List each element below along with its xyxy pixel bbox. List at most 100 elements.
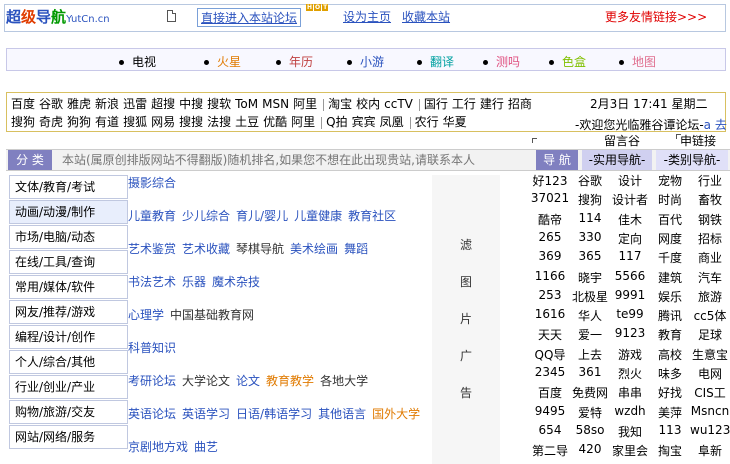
nav-table-cell[interactable]: 百度 xyxy=(530,384,570,401)
nav-table-cell[interactable]: 设计者 xyxy=(610,191,650,208)
content-link[interactable]: 大学论文 xyxy=(182,374,230,388)
nav-table-cell[interactable]: 420 xyxy=(570,442,610,456)
nav-table-cell[interactable]: 免费网 xyxy=(570,384,610,401)
quick-link[interactable]: 搜狐 xyxy=(123,115,147,129)
content-link[interactable]: 书法艺术 xyxy=(128,275,176,289)
quick-link[interactable]: ccTV xyxy=(384,97,413,111)
nav-table-cell[interactable]: 游戏 xyxy=(610,346,650,363)
guestbook-link[interactable]: 留言谷 xyxy=(604,132,640,149)
site-logo[interactable]: 超级导航YutCn.cn xyxy=(6,6,110,27)
content-link[interactable]: 艺术鉴赏 xyxy=(128,242,176,256)
content-link[interactable]: 琴棋导航 xyxy=(236,242,284,256)
quick-link[interactable]: 建行 xyxy=(480,97,504,111)
quick-link[interactable]: 阿里 xyxy=(293,97,317,111)
quick-link[interactable]: 农行 xyxy=(415,115,439,129)
quick-link[interactable]: 网易 xyxy=(151,115,175,129)
quick-link[interactable]: Q拍 xyxy=(326,115,347,129)
add-favorite-link[interactable]: 收藏本站 xyxy=(402,8,450,25)
quick-link[interactable]: 雅虎 xyxy=(67,97,91,111)
nav-table-cell[interactable]: 宠物 xyxy=(650,172,690,189)
quick-link[interactable]: 搜软 xyxy=(207,97,231,111)
nav-table-cell[interactable]: 37021 xyxy=(530,191,570,205)
quick-link[interactable]: 土豆 xyxy=(235,115,259,129)
menu-item[interactable]: 购物/旅游/交友 xyxy=(9,400,128,424)
nav-table-cell[interactable]: 114 xyxy=(570,211,610,225)
content-link[interactable]: 京剧地方戏 xyxy=(128,440,188,454)
content-link[interactable]: 英语论坛 xyxy=(128,407,176,421)
nav-table-cell[interactable]: 265 xyxy=(530,230,570,244)
nav-table-cell[interactable]: 113 xyxy=(650,423,690,437)
nav-table-cell[interactable]: 爱一 xyxy=(570,326,610,343)
menu-item[interactable]: 市场/电脑/动态 xyxy=(9,225,128,249)
quick-link[interactable]: 优酷 xyxy=(263,115,287,129)
content-link[interactable]: 科普知识 xyxy=(128,341,176,355)
quick-link[interactable]: 搜狗 xyxy=(11,115,35,129)
category-item[interactable]: 火星 xyxy=(204,53,241,70)
nav-table-cell[interactable]: 串串 xyxy=(610,384,650,401)
nav-table-cell[interactable]: 谷歌 xyxy=(570,172,610,189)
menu-item[interactable]: 常用/媒体/软件 xyxy=(9,275,128,299)
nav-table-cell[interactable]: 定向 xyxy=(610,230,650,247)
content-link[interactable]: 曲艺 xyxy=(194,440,218,454)
nav-table-cell[interactable]: 美萍 xyxy=(650,404,690,421)
menu-item[interactable]: 网站/网络/服务 xyxy=(9,425,128,449)
nav-table-cell[interactable]: 253 xyxy=(530,288,570,302)
nav-table-cell[interactable]: 高校 xyxy=(650,346,690,363)
nav-table-cell[interactable]: 掏宝 xyxy=(650,442,690,459)
quick-link[interactable]: 招商 xyxy=(508,97,532,111)
nav-table-cell[interactable]: 电网 xyxy=(690,365,730,382)
quick-link[interactable]: 搜搜 xyxy=(179,115,203,129)
quick-link[interactable]: 迅雷 xyxy=(123,97,147,111)
content-link[interactable]: 舞蹈 xyxy=(344,242,368,256)
nav-table-cell[interactable]: 天天 xyxy=(530,326,570,343)
search-input[interactable] xyxy=(62,152,532,168)
nav-table-cell[interactable]: 设计 xyxy=(610,172,650,189)
quick-link[interactable]: 国行 xyxy=(424,97,448,111)
quick-link[interactable]: 校内 xyxy=(356,97,380,111)
content-link[interactable]: 国外大学 xyxy=(372,407,420,421)
content-link[interactable]: 教育社区 xyxy=(348,209,396,223)
quick-link[interactable]: 谷歌 xyxy=(39,97,63,111)
nav-table-cell[interactable]: 行业 xyxy=(690,172,730,189)
content-link[interactable]: 少儿综合 xyxy=(182,209,230,223)
quick-link[interactable]: 华夏 xyxy=(443,115,467,129)
quick-link[interactable]: MSN xyxy=(262,97,289,111)
content-link[interactable]: 育儿/婴儿 xyxy=(236,209,288,223)
quick-link[interactable]: 有道 xyxy=(95,115,119,129)
nav-table-cell[interactable]: 第二导 xyxy=(530,442,570,459)
nav-table-cell[interactable]: 搜狗 xyxy=(570,191,610,208)
nav-table-cell[interactable]: 好找 xyxy=(650,384,690,401)
set-homepage-link[interactable]: 设为主页 xyxy=(343,8,391,25)
nav-table-cell[interactable]: 教育 xyxy=(650,326,690,343)
quick-link[interactable]: 凤凰 xyxy=(380,115,404,129)
nav-table-cell[interactable]: Msncn xyxy=(690,404,730,418)
quick-link[interactable]: 狗狗 xyxy=(67,115,91,129)
category-item[interactable]: 测吗 xyxy=(483,53,520,70)
nav-table-cell[interactable]: 千度 xyxy=(650,249,690,266)
category-item[interactable]: 色盒 xyxy=(549,53,586,70)
nav-table-cell[interactable]: 我知 xyxy=(610,423,650,440)
nav-table-cell[interactable]: 上去 xyxy=(570,346,610,363)
nav-table-cell[interactable]: 9991 xyxy=(610,288,650,302)
nav-table-cell[interactable]: 9495 xyxy=(530,404,570,418)
nav-table-cell[interactable]: 369 xyxy=(530,249,570,263)
content-link[interactable]: 心理学 xyxy=(128,308,164,322)
nav-table-cell[interactable]: 百代 xyxy=(650,211,690,228)
category-item[interactable]: 小游 xyxy=(347,53,384,70)
nav-table-cell[interactable]: 华人 xyxy=(570,307,610,324)
nav-table-cell[interactable]: 钢铁 xyxy=(690,211,730,228)
nav-table-cell[interactable]: te99 xyxy=(610,307,650,321)
nav-table-cell[interactable]: 足球 xyxy=(690,326,730,343)
nav-table-cell[interactable]: 家里会 xyxy=(610,442,650,459)
nav-table-cell[interactable]: 建筑 xyxy=(650,269,690,286)
nav-table-cell[interactable]: 网度 xyxy=(650,230,690,247)
more-friend-links[interactable]: 更多友情链接>>> xyxy=(605,8,707,25)
menu-item[interactable]: 个人/综合/其他 xyxy=(9,350,128,374)
content-link[interactable]: 英语学习 xyxy=(182,407,230,421)
category-item[interactable]: 翻译 xyxy=(417,53,454,70)
nav-table-cell[interactable]: 晓宇 xyxy=(570,269,610,286)
nav-table-cell[interactable]: 2345 xyxy=(530,365,570,379)
nav-table-cell[interactable]: 330 xyxy=(570,230,610,244)
nav-table-cell[interactable]: 5566 xyxy=(610,269,650,283)
enter-forum-link[interactable]: 直接进入本站论坛 xyxy=(197,8,302,27)
